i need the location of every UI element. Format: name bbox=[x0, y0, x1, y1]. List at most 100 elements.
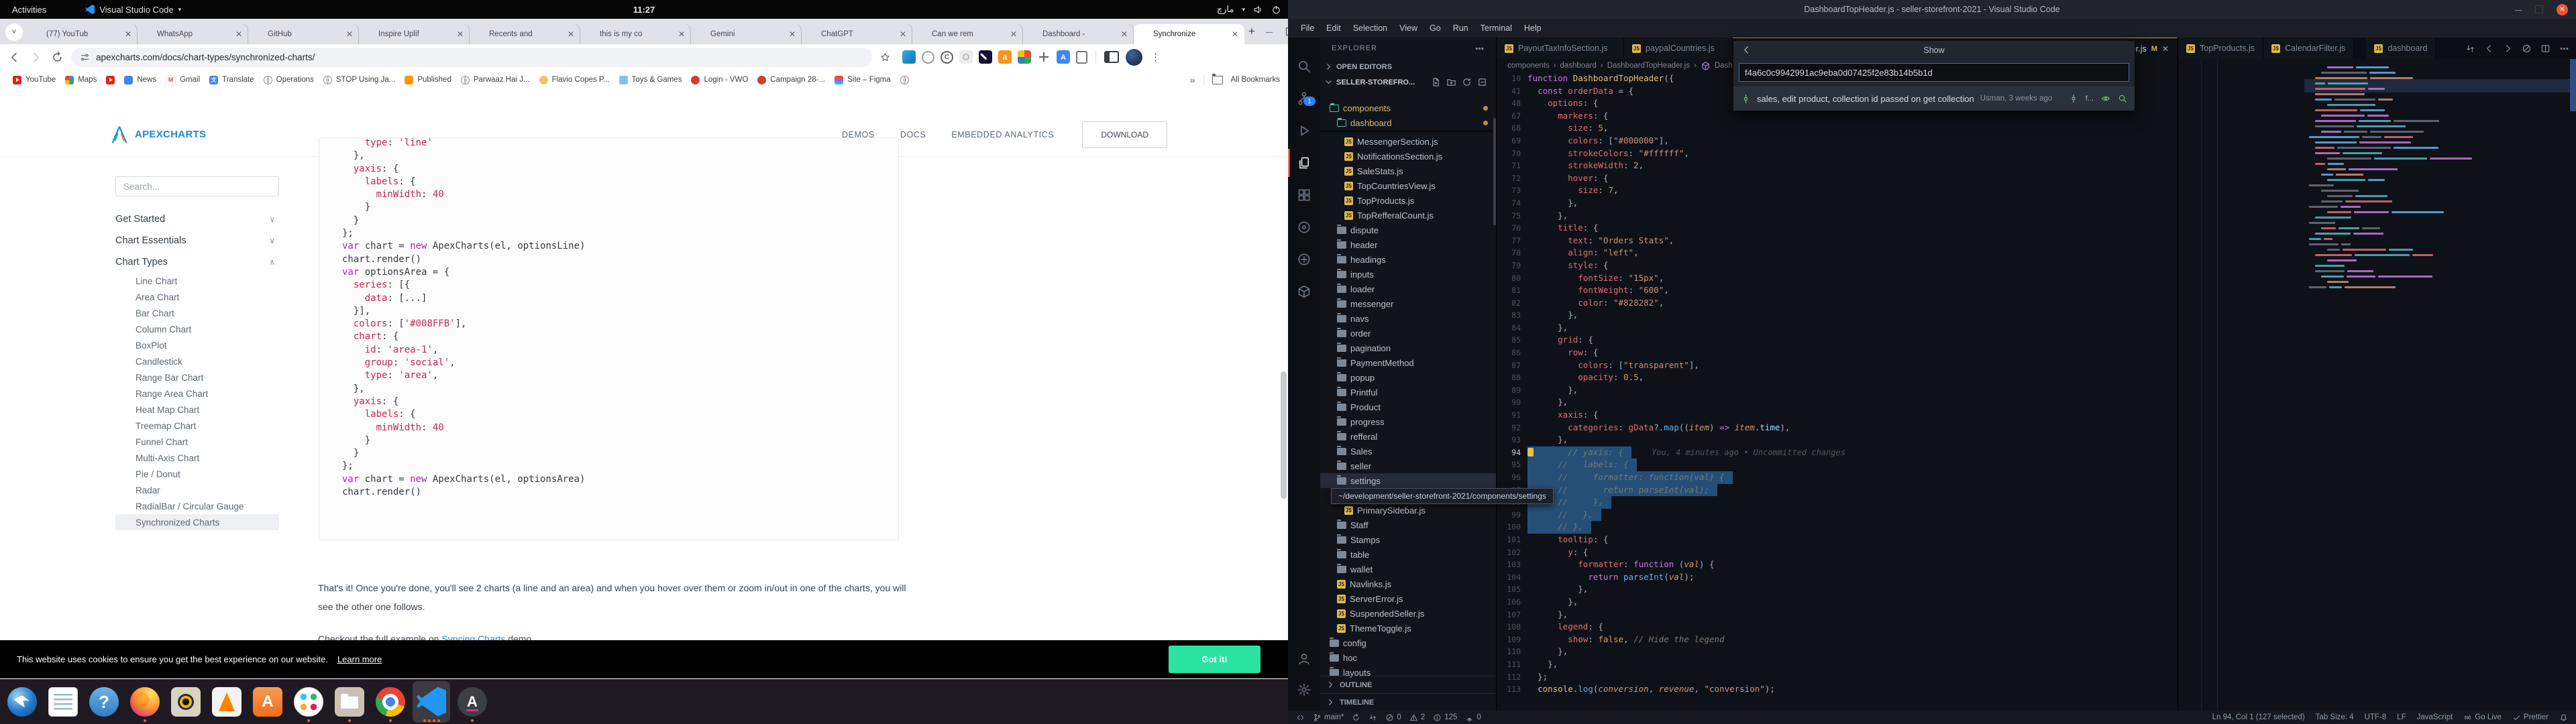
folder-pagination[interactable]: pagination bbox=[1320, 341, 1496, 355]
dock-item-thunderbird[interactable] bbox=[3, 681, 41, 723]
folder-refferal[interactable]: refferal bbox=[1320, 429, 1496, 444]
bookmark-item[interactable]: News bbox=[119, 76, 161, 84]
breadcrumb-item[interactable]: dashboard bbox=[1560, 62, 1597, 70]
docs-nav-item[interactable]: Line Chart bbox=[115, 273, 279, 289]
dock-item-help[interactable] bbox=[85, 681, 123, 723]
more-actions-icon[interactable] bbox=[2559, 44, 2569, 54]
go-live-status-icon[interactable] bbox=[2522, 44, 2532, 54]
tab-close-icon[interactable] bbox=[2162, 44, 2169, 54]
collapse-folders-icon[interactable] bbox=[1477, 77, 1487, 87]
learn-more-link[interactable]: Learn more bbox=[337, 654, 382, 664]
menu-go[interactable]: Go bbox=[1424, 23, 1447, 33]
file-SaleStats-js[interactable]: SaleStats.js bbox=[1320, 164, 1496, 178]
file-SuspendedSeller-js[interactable]: SuspendedSeller.js bbox=[1320, 606, 1496, 621]
dock-item-anydesk[interactable] bbox=[453, 681, 491, 723]
file-MessengerSection-js[interactable]: MessengerSection.js bbox=[1320, 134, 1496, 149]
tab-close-icon[interactable] bbox=[1121, 29, 1128, 39]
folder-popup[interactable]: popup bbox=[1320, 370, 1496, 385]
bookmark-item[interactable]: Published bbox=[400, 76, 456, 84]
minimize-button[interactable] bbox=[2515, 5, 2522, 14]
browser-tab[interactable]: Inspire Uplif bbox=[359, 24, 470, 44]
folder-loader[interactable]: loader bbox=[1320, 282, 1496, 296]
folder-order[interactable]: order bbox=[1320, 326, 1496, 341]
extension-cross-icon[interactable] bbox=[1037, 50, 1051, 64]
folder-progress[interactable]: progress bbox=[1320, 414, 1496, 429]
system-indicators[interactable]: مارچ ▾ bbox=[1217, 4, 1281, 15]
all-bookmarks-button[interactable]: All Bookmarks bbox=[1231, 76, 1281, 84]
menu-run[interactable]: Run bbox=[1447, 23, 1474, 33]
extensions-icon[interactable] bbox=[1288, 181, 1320, 209]
new-folder-icon[interactable] bbox=[1446, 77, 1456, 87]
apexcharts-logo[interactable]: APEXCHARTS bbox=[109, 125, 206, 145]
status-compare[interactable] bbox=[1368, 713, 1377, 722]
tab-close-icon[interactable] bbox=[346, 29, 353, 39]
folder-header[interactable]: header bbox=[1320, 237, 1496, 252]
breadcrumb-item[interactable]: DashboardTopHeader.js bbox=[1607, 62, 1690, 70]
search-commit-icon[interactable] bbox=[2118, 94, 2127, 103]
status-sync[interactable] bbox=[1352, 713, 1360, 722]
docs-section-chart-types[interactable]: Chart Types∧ bbox=[115, 251, 279, 273]
tab-close-icon[interactable] bbox=[125, 29, 131, 39]
tab-close-icon[interactable] bbox=[1010, 29, 1017, 39]
folder-wallet[interactable]: wallet bbox=[1320, 562, 1496, 577]
project-root-row[interactable]: SELLER-STOREFRO... bbox=[1320, 74, 1496, 90]
folder-navs[interactable]: navs bbox=[1320, 311, 1496, 326]
editor-2-scrollbar[interactable] bbox=[2570, 59, 2576, 111]
folder-components[interactable]: components bbox=[1320, 101, 1496, 115]
docs-nav-item[interactable]: Range Bar Chart bbox=[115, 369, 279, 385]
extension-gear-icon[interactable] bbox=[959, 50, 973, 64]
docs-nav-item[interactable]: Heat Map Chart bbox=[115, 402, 279, 418]
status-warn[interactable]: 2 bbox=[1409, 713, 1425, 722]
dock-item-app-center[interactable] bbox=[249, 681, 286, 723]
file-PrimarySidebar-js[interactable]: PrimarySidebar.js bbox=[1320, 503, 1496, 518]
page-scrollbar[interactable] bbox=[1279, 90, 1287, 679]
editor-tab[interactable]: dashboard bbox=[2366, 38, 2436, 59]
quickpick-item[interactable]: sales, edit product, collection id passe… bbox=[1733, 86, 2135, 111]
docs-nav-item[interactable]: Area Chart bbox=[115, 289, 279, 305]
side-panel-button[interactable] bbox=[1104, 51, 1119, 63]
download-button[interactable]: DOWNLOAD bbox=[1082, 121, 1167, 148]
scrollbar-thumb[interactable] bbox=[1281, 371, 1287, 499]
browser-tab[interactable]: Can we rem bbox=[912, 24, 1023, 44]
file-TopRefferalCount-js[interactable]: TopRefferalCount.js bbox=[1320, 208, 1496, 223]
folder-dashboard[interactable]: dashboard bbox=[1320, 115, 1496, 130]
folder-Stamps[interactable]: Stamps bbox=[1320, 532, 1496, 547]
folder-Printful[interactable]: Printful bbox=[1320, 385, 1496, 400]
docs-section-chart-essentials[interactable]: Chart Essentials∨ bbox=[115, 230, 279, 251]
menu-terminal[interactable]: Terminal bbox=[1474, 23, 1518, 33]
status-javascript[interactable]: JavaScript bbox=[2417, 713, 2453, 721]
quickpick-input[interactable]: f4a6c0c9942991ac9eba0d07425f2e83b14b5b1d bbox=[1739, 63, 2129, 82]
folder-config[interactable]: config bbox=[1320, 636, 1496, 650]
status-go-live[interactable]: Go Live bbox=[2463, 713, 2502, 722]
folder-Sales[interactable]: Sales bbox=[1320, 444, 1496, 459]
menu-help[interactable]: Help bbox=[1518, 23, 1548, 33]
bookmark-item[interactable] bbox=[896, 76, 914, 84]
timeline-panel-header[interactable]: TIMELINE bbox=[1320, 693, 1496, 711]
site-nav-item[interactable]: DOCS bbox=[900, 130, 926, 139]
clock[interactable]: 11:27 bbox=[633, 5, 655, 15]
dock-item-rhythmbox[interactable] bbox=[167, 681, 205, 723]
tab-close-icon[interactable] bbox=[900, 29, 906, 39]
quickpick-back-icon[interactable] bbox=[1741, 45, 1752, 55]
browser-tab[interactable]: GitHub bbox=[248, 24, 359, 44]
remote-explorer-icon[interactable] bbox=[1288, 245, 1320, 274]
docs-nav-item[interactable]: BoxPlot bbox=[115, 337, 279, 353]
run-debug-icon[interactable] bbox=[1288, 117, 1320, 145]
restore-button[interactable] bbox=[2535, 5, 2543, 13]
browser-tab[interactable]: Recents and bbox=[470, 24, 580, 44]
browser-tab[interactable]: (77) YouTub bbox=[27, 24, 138, 44]
extension-a-icon[interactable] bbox=[998, 50, 1012, 64]
dock-item-vscode[interactable] bbox=[413, 681, 450, 723]
folder-settings[interactable]: settings bbox=[1320, 473, 1496, 488]
open-editors-section[interactable]: OPEN EDITORS bbox=[1320, 59, 1496, 74]
open-changes-icon[interactable] bbox=[2101, 94, 2110, 103]
folder-Product[interactable]: Product bbox=[1320, 400, 1496, 414]
dock-item-firefox[interactable] bbox=[126, 681, 164, 723]
file-TopProducts-js[interactable]: TopProducts.js bbox=[1320, 193, 1496, 208]
browser-tab[interactable]: this is my co bbox=[580, 24, 691, 44]
site-settings-icon[interactable] bbox=[80, 52, 90, 62]
nav-back-icon[interactable] bbox=[2484, 44, 2494, 54]
docs-nav-item[interactable]: Synchronized Charts bbox=[115, 514, 279, 530]
menu-selection[interactable]: Selection bbox=[1347, 23, 1393, 33]
tab-close-icon[interactable] bbox=[1232, 29, 1238, 39]
